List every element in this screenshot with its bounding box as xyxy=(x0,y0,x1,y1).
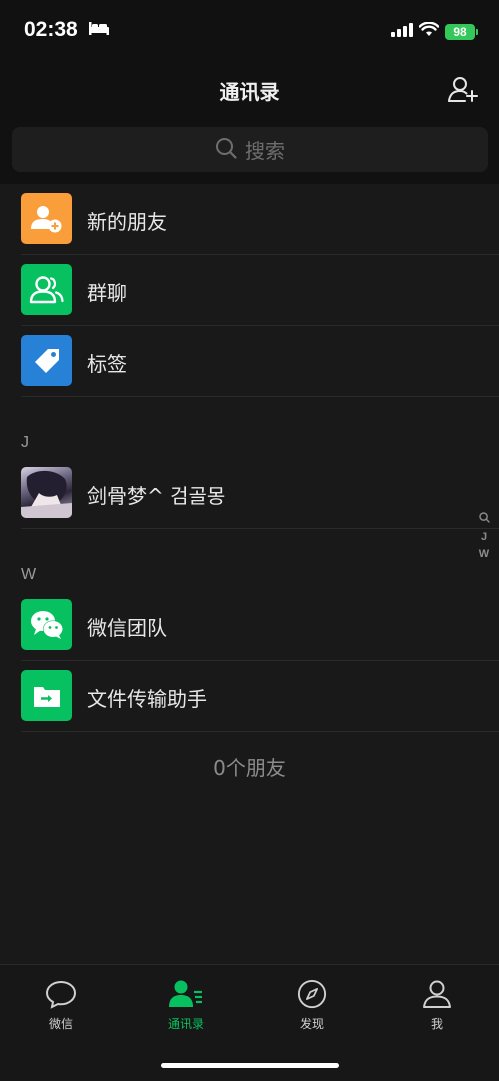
person-icon xyxy=(421,980,453,1013)
group-chat-icon xyxy=(21,264,72,315)
tab-label: 我 xyxy=(430,1017,443,1031)
search-area: 搜索 xyxy=(0,120,499,184)
divider xyxy=(21,528,499,529)
section-header-j: J xyxy=(0,415,499,458)
index-search-icon[interactable] xyxy=(478,512,490,526)
compass-icon xyxy=(296,979,328,1013)
wifi-icon xyxy=(418,21,440,41)
contact-name: 文件传输助手 xyxy=(87,687,207,711)
search-input[interactable]: 搜索 xyxy=(12,127,488,172)
tab-contacts[interactable]: 通讯录 xyxy=(141,979,231,1032)
alphabet-index[interactable]: J W xyxy=(477,512,491,560)
status-time: 02:38 xyxy=(24,18,78,41)
section-letter: J xyxy=(21,434,29,451)
tab-label: 微信 xyxy=(48,1017,73,1031)
contact-row[interactable]: 微信团队 xyxy=(0,590,499,661)
page-title: 通讯录 xyxy=(219,80,280,104)
friend-count: 0个朋友 xyxy=(213,756,286,780)
add-friend-icon[interactable] xyxy=(447,74,479,106)
new-friends-icon xyxy=(21,193,72,244)
tab-chats[interactable]: 微信 xyxy=(16,979,106,1032)
list-item-group-chats[interactable]: 群聊 xyxy=(0,255,499,326)
search-icon xyxy=(215,137,237,163)
index-letter[interactable]: J xyxy=(481,531,487,543)
tag-icon xyxy=(21,335,72,386)
divider xyxy=(21,396,499,397)
list-item-tags[interactable]: 标签 xyxy=(0,326,499,397)
sleep-focus-icon xyxy=(88,20,110,40)
list-item-label: 群聊 xyxy=(87,281,127,305)
tab-label: 发现 xyxy=(299,1017,324,1031)
divider xyxy=(21,731,499,732)
index-letter[interactable]: W xyxy=(479,548,489,560)
section-letter: W xyxy=(21,566,37,583)
tab-discover[interactable]: 发现 xyxy=(267,979,357,1032)
contact-name: 微信团队 xyxy=(87,616,167,640)
file-transfer-icon xyxy=(21,670,72,721)
home-indicator[interactable] xyxy=(161,1063,339,1068)
contact-name: 剑骨梦^ 검골몽 xyxy=(87,484,226,508)
contact-row[interactable]: 剑骨梦^ 검골몽 xyxy=(0,458,499,529)
tab-label: 通讯录 xyxy=(167,1017,204,1031)
status-bar: 02:38 98 xyxy=(0,0,499,60)
wechat-team-icon xyxy=(21,599,72,650)
battery-indicator: 98 xyxy=(445,23,478,40)
list-item-label: 标签 xyxy=(87,352,127,376)
section-header-w: W xyxy=(0,547,499,590)
contact-list: 新的朋友 群聊 标签 J 剑骨梦^ 검골몽 W 微信团队 文件传输助手 0个朋友 xyxy=(0,184,499,781)
list-item-label: 新的朋友 xyxy=(87,210,167,234)
list-item-new-friends[interactable]: 新的朋友 xyxy=(0,184,499,255)
chat-bubble-icon xyxy=(45,980,77,1013)
contacts-icon xyxy=(168,980,204,1013)
signal-icon xyxy=(391,22,413,41)
search-placeholder: 搜索 xyxy=(245,139,285,163)
tab-me[interactable]: 我 xyxy=(392,979,482,1032)
nav-bar: 通讯录 xyxy=(0,60,499,120)
contact-avatar xyxy=(21,467,72,518)
contact-row[interactable]: 文件传输助手 xyxy=(0,661,499,732)
